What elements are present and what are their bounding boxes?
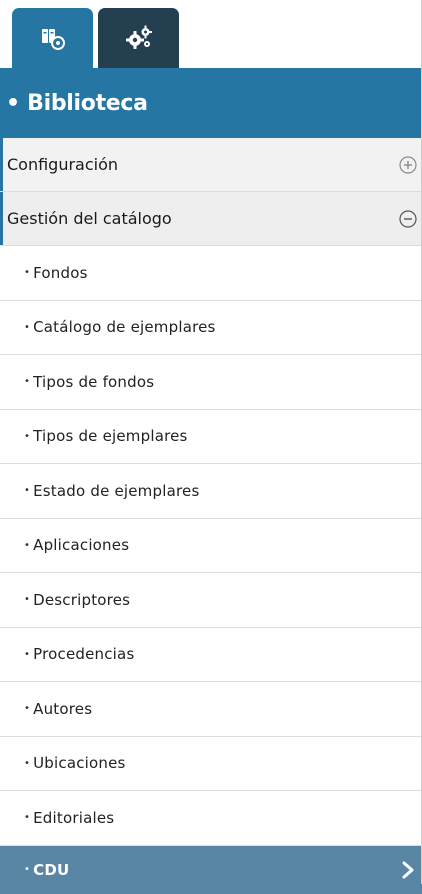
gears-icon [125,25,152,51]
bullet-icon: • [24,757,31,769]
bullet-icon: • [24,376,31,388]
menu-item-catalogo-ejemplares[interactable]: • Catálogo de ejemplares [0,300,422,355]
menu-item-tipos-ejemplares[interactable]: • Tipos de ejemplares [0,409,422,464]
tab-catalog[interactable] [12,8,93,68]
bullet-icon: • [24,539,31,551]
menu-item-fondos[interactable]: • Fondos [0,246,422,301]
menu-item-label: Tipos de fondos [33,372,155,391]
menu-item-label: Aplicaciones [33,536,130,555]
chevron-right-icon [402,861,414,879]
section-configuracion[interactable]: Configuración [0,138,422,192]
section-accent [0,138,3,191]
section-gestion-catalogo[interactable]: Gestión del catálogo [0,192,422,246]
menu-item-ubicaciones[interactable]: • Ubicaciones [0,736,422,791]
menu-item-label: Procedencias [33,645,135,664]
tab-settings[interactable] [98,8,179,68]
menu-item-label: Fondos [33,263,88,282]
catalog-books-icon [40,25,66,51]
tab-bar [0,0,422,68]
section-accent [0,192,3,245]
plus-circle-icon[interactable] [399,155,417,174]
bullet-icon: • [24,267,31,279]
sidebar-menu: Configuración Gestión del catálogo • Fon… [0,138,422,894]
menu-item-label: Estado de ejemplares [33,481,200,500]
menu-item-aplicaciones[interactable]: • Aplicaciones [0,518,422,573]
menu-item-autores[interactable]: • Autores [0,682,422,737]
menu-item-label: Ubicaciones [33,754,126,773]
menu-item-label: Autores [33,699,93,718]
menu-item-editoriales[interactable]: • Editoriales [0,791,422,846]
menu-item-label: Catálogo de ejemplares [33,318,216,337]
menu-item-estado-ejemplares[interactable]: • Estado de ejemplares [0,464,422,519]
bullet-icon: • [24,485,31,497]
menu-item-label: Descriptores [33,590,131,609]
menu-item-descriptores[interactable]: • Descriptores [0,573,422,628]
bullet-icon: • [24,430,31,442]
module-title: • Biblioteca [6,90,148,116]
menu-item-tipos-fondos[interactable]: • Tipos de fondos [0,355,422,410]
menu-item-label: Editoriales [33,808,115,827]
bullet-icon: • [24,812,31,824]
menu-item-cdu[interactable]: • CDU [0,845,422,894]
minus-circle-icon[interactable] [399,209,417,228]
menu-item-label: CDU [33,860,70,879]
section-label: Configuración [7,155,119,174]
menu-item-procedencias[interactable]: • Procedencias [0,627,422,682]
bullet-icon: • [24,864,31,875]
bullet-icon: • [24,648,31,660]
bullet-icon: • [24,594,31,606]
bullet-icon: • [24,703,31,715]
section-label: Gestión del catálogo [7,209,172,228]
bullet-icon: • [24,321,31,333]
menu-item-label: Tipos de ejemplares [33,427,188,446]
module-header: • Biblioteca [0,68,422,138]
